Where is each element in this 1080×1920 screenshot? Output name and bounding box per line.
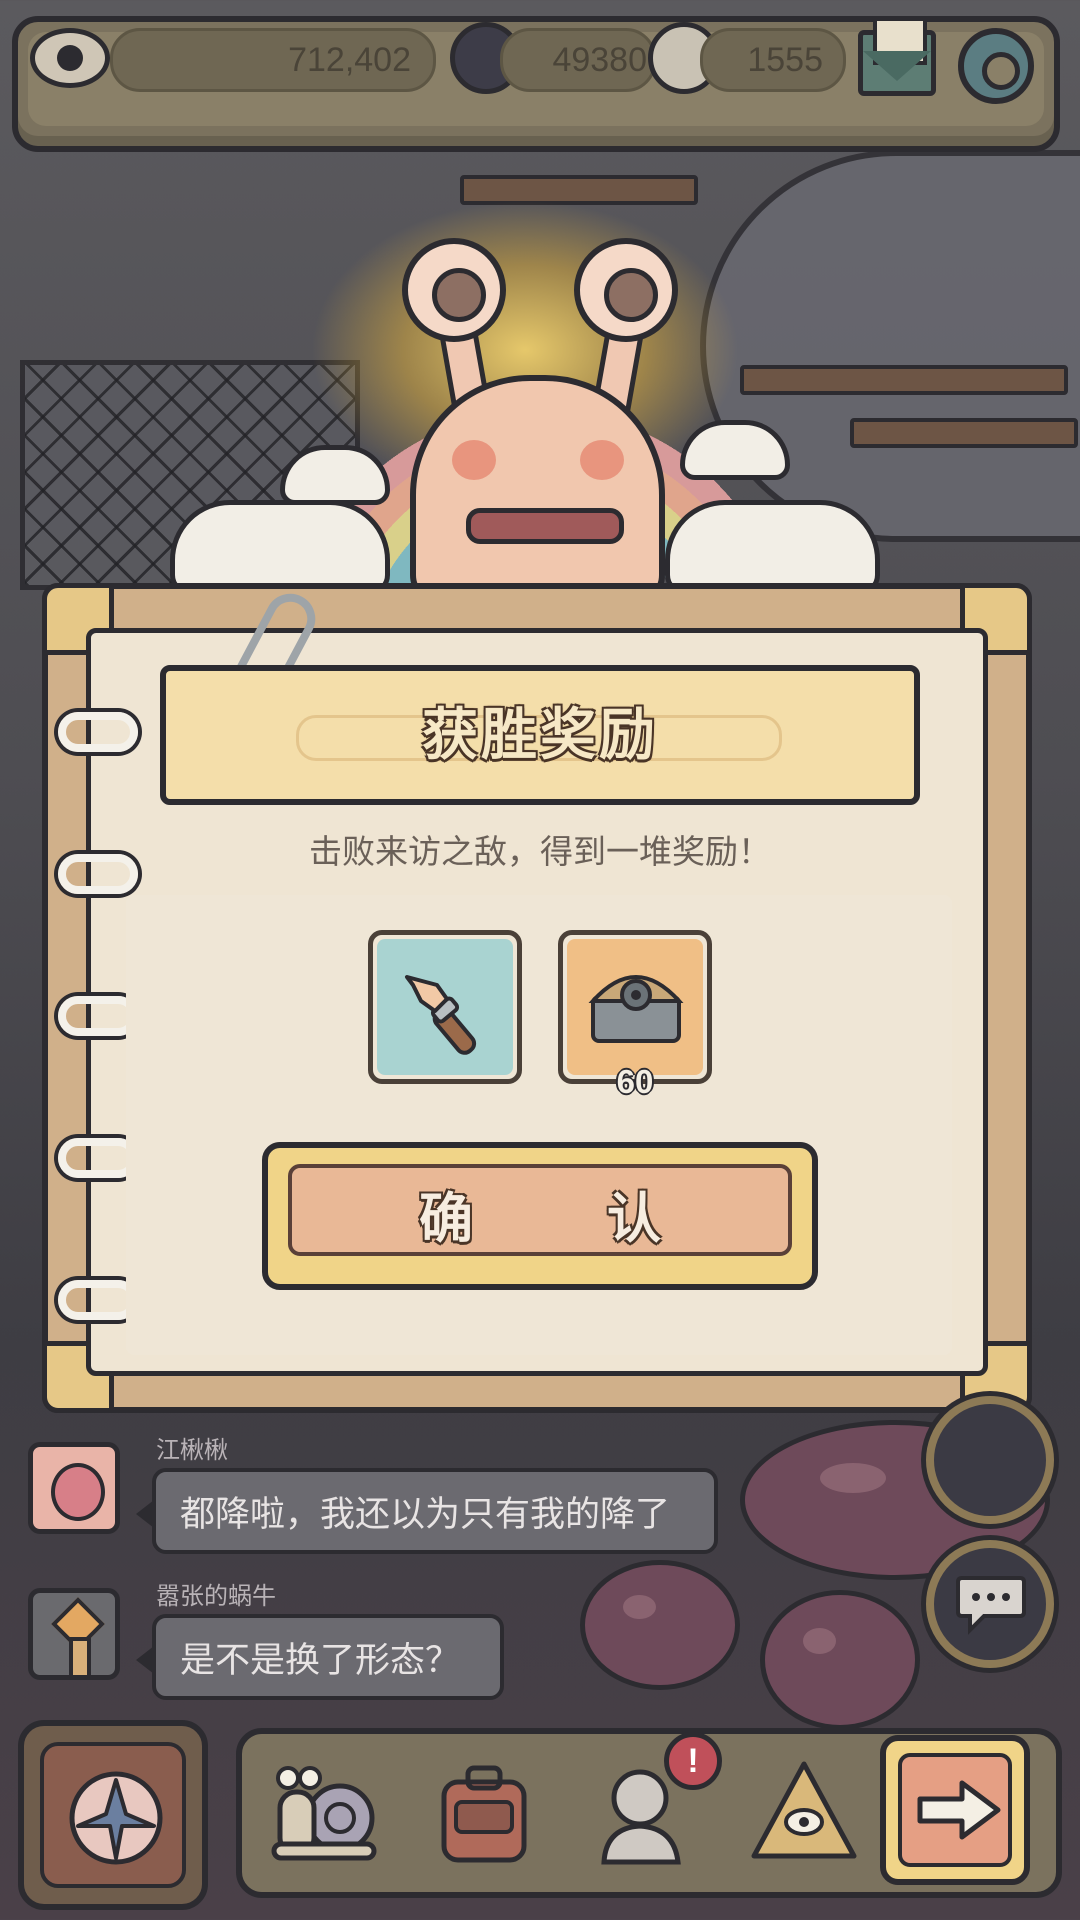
- currency2-value: 1555: [747, 41, 823, 79]
- snail-eye-left: [402, 238, 506, 342]
- confirm-button[interactable]: 确 认: [262, 1142, 818, 1290]
- reward-quantity: 60: [616, 1063, 654, 1100]
- snail-cheek: [452, 440, 496, 480]
- spinner-icon: [69, 1771, 163, 1865]
- background-plank: [850, 418, 1078, 448]
- avatar[interactable]: [28, 1442, 120, 1534]
- chat-message: 是不是换了形态？: [152, 1614, 504, 1700]
- gear-icon[interactable]: [958, 28, 1034, 104]
- next-arrow-button[interactable]: [880, 1735, 1030, 1885]
- background-pipe: [700, 150, 1080, 542]
- dialog-title: 获胜奖励: [422, 703, 658, 766]
- mail-icon[interactable]: [858, 17, 936, 96]
- skill-button[interactable]: [18, 1720, 208, 1910]
- cloud-right: [665, 500, 880, 595]
- reward-item-slot[interactable]: 60: [558, 930, 712, 1100]
- snail-cheek: [580, 440, 624, 480]
- background-mushroom: [760, 1590, 920, 1730]
- compass-button[interactable]: [926, 1396, 1054, 1524]
- dialog-subtitle: 击败来访之敌，得到一堆奖励！: [309, 833, 771, 870]
- snail-mouth: [466, 508, 624, 544]
- currency2-counter: 1555: [700, 28, 846, 92]
- alert-badge: !: [664, 1732, 722, 1790]
- chat-button[interactable]: [926, 1540, 1054, 1668]
- snail-character: [410, 375, 665, 605]
- nav-snail-button[interactable]: [266, 1752, 386, 1872]
- confirm-label: 确 认: [419, 1189, 701, 1249]
- avatar[interactable]: [28, 1588, 120, 1680]
- reward-item-slot[interactable]: [368, 930, 522, 1084]
- snail-eye-right: [574, 238, 678, 342]
- chat-username: 嚣张的蜗牛: [156, 1583, 276, 1610]
- pyramid-eye-icon: [751, 1761, 857, 1859]
- arrow-right-icon: [917, 1780, 1001, 1840]
- chat-username: 江楸楸: [156, 1437, 228, 1464]
- eye-icon: [30, 28, 110, 88]
- speech-bubble-icon: [956, 1576, 1026, 1635]
- eyes-value: 712,402: [288, 41, 411, 79]
- eyes-counter: 712,402: [110, 28, 436, 92]
- background-mushroom: [580, 1560, 740, 1690]
- currency1-counter: 49380: [500, 28, 656, 92]
- nav-pyramid-button[interactable]: [744, 1752, 864, 1872]
- nav-backpack-button[interactable]: [424, 1752, 544, 1872]
- currency1-value: 49380: [552, 41, 647, 79]
- snail-icon: [271, 1766, 377, 1861]
- cloud-left: [170, 500, 390, 595]
- chat-message: 都降啦，我还以为只有我的降了: [152, 1468, 718, 1554]
- binder-ring: [58, 712, 138, 752]
- title-banner: 获胜奖励: [160, 665, 920, 805]
- pointing-hand-icon: [405, 975, 477, 1055]
- background-plank: [740, 365, 1068, 395]
- backpack-icon: [441, 1765, 527, 1863]
- treasure-chest-icon: [588, 975, 684, 1043]
